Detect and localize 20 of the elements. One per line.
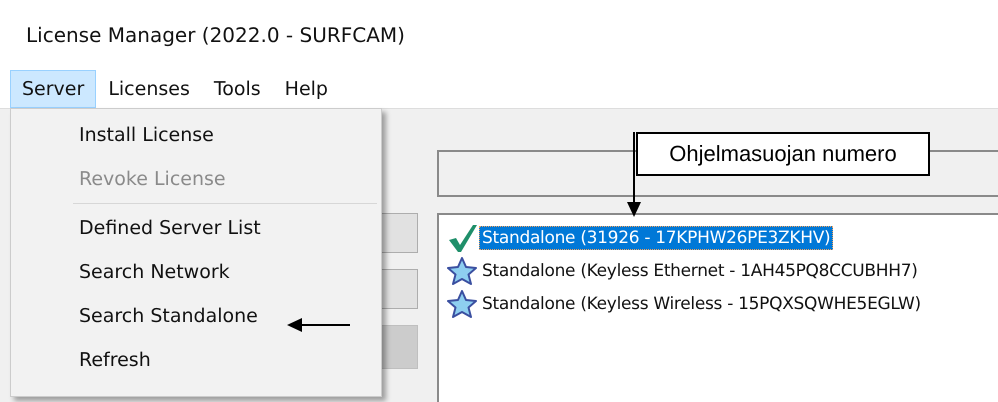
menu-item[interactable]: Search Standalone xyxy=(11,294,381,338)
button[interactable] xyxy=(382,213,418,253)
arrow xyxy=(287,318,351,332)
checkmark-icon xyxy=(447,224,477,252)
star-icon xyxy=(447,290,477,318)
menu-item[interactable]: Refresh xyxy=(11,338,381,382)
button[interactable] xyxy=(382,269,418,309)
license-item[interactable]: Standalone (31926 - 17KPHW26PE3ZKHV) xyxy=(479,226,834,250)
license-item[interactable]: Standalone (Keyless Ethernet - 1AH45PQ8CCUBHH7) xyxy=(479,258,921,282)
menu-bar-item[interactable]: Tools xyxy=(202,70,273,108)
menu-bar-item[interactable]: Help xyxy=(272,70,340,108)
license-item[interactable]: Standalone (Keyless Wireless - 15PQXSQWHE5EGLW) xyxy=(479,292,924,316)
callout-label: Ohjelmasuojan numero xyxy=(636,132,930,176)
menu-bar-item[interactable]: Licenses xyxy=(96,70,202,108)
menu-item[interactable]: Install License xyxy=(11,113,381,157)
menu-item[interactable]: Search Network xyxy=(11,250,381,294)
star-icon xyxy=(447,256,477,284)
menu-bar-item[interactable]: Server xyxy=(10,70,96,108)
window-title: License Manager (2022.0 - SURFCAM) xyxy=(25,22,406,49)
menu-item[interactable]: Defined Server List xyxy=(11,206,381,250)
